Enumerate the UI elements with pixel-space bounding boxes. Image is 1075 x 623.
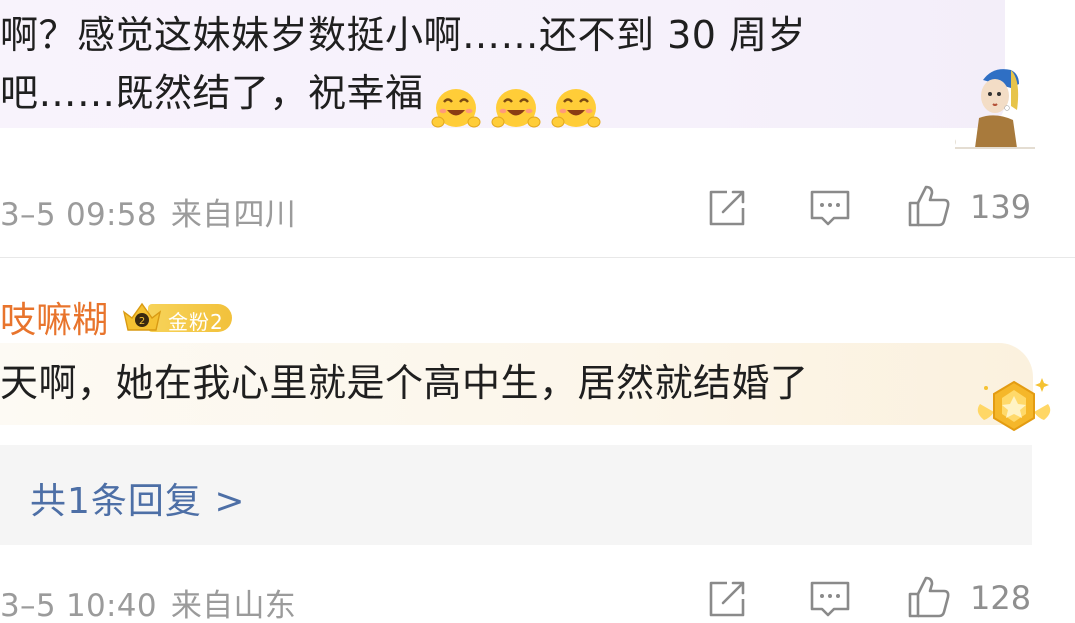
comment-icon[interactable] xyxy=(808,186,852,230)
comment-thread: 啊？感觉这妹妹岁数挺小啊……还不到 30 周岁 吧……既然结了，祝幸福 3–5 … xyxy=(0,0,1075,623)
comment-text: 啊？感觉这妹妹岁数挺小啊……还不到 30 周岁 吧……既然结了，祝幸福 xyxy=(0,6,940,132)
comment-time: 3–5 09:58 xyxy=(0,197,157,233)
laughing-hug-emoji xyxy=(491,88,541,127)
comment-text-line: 吧……既然结了，祝幸福 xyxy=(0,64,940,132)
thumbs-up-icon[interactable] xyxy=(906,574,950,618)
crown-icon: 2 xyxy=(122,302,162,331)
gold-fan-badge-icon xyxy=(977,378,1051,432)
thumbs-up-icon[interactable] xyxy=(906,183,950,227)
fan-badge-label: 金粉2 xyxy=(168,310,224,334)
like-count: 139 xyxy=(970,188,1032,226)
laughing-hug-emoji xyxy=(551,88,601,127)
fan-badge[interactable]: 2 金粉2 xyxy=(120,298,233,336)
comment-icon[interactable] xyxy=(808,577,852,621)
pearl-earring-girl-sticker xyxy=(955,69,1035,149)
comment-text: 天啊，她在我心里就是个高中生，居然就结婚了 xyxy=(0,361,809,405)
comment-author[interactable]: 吱嘛糊 xyxy=(0,291,108,343)
view-replies-link[interactable]: 共1条回复 > xyxy=(30,472,246,524)
svg-text:2: 2 xyxy=(139,316,145,327)
share-icon[interactable] xyxy=(705,577,749,621)
comment-text-segment: 吧……既然结了，祝幸福 xyxy=(0,71,424,115)
laughing-hug-emoji xyxy=(431,88,481,127)
share-icon[interactable] xyxy=(705,186,749,230)
comment-location: 来自四川 xyxy=(170,197,297,233)
comment-meta: 3–5 09:58 来自四川 xyxy=(0,189,296,234)
comment-time: 3–5 10:40 xyxy=(0,588,157,623)
comment-divider xyxy=(0,257,1075,258)
like-count: 128 xyxy=(970,579,1032,617)
comment-location: 来自山东 xyxy=(170,588,297,623)
comment-meta: 3–5 10:40 来自山东 xyxy=(0,580,296,623)
emoji-row xyxy=(430,74,610,132)
comment-author-row: 吱嘛糊 2 金粉2 xyxy=(0,291,233,343)
comment-text-line: 啊？感觉这妹妹岁数挺小啊……还不到 30 周岁 xyxy=(0,13,807,57)
